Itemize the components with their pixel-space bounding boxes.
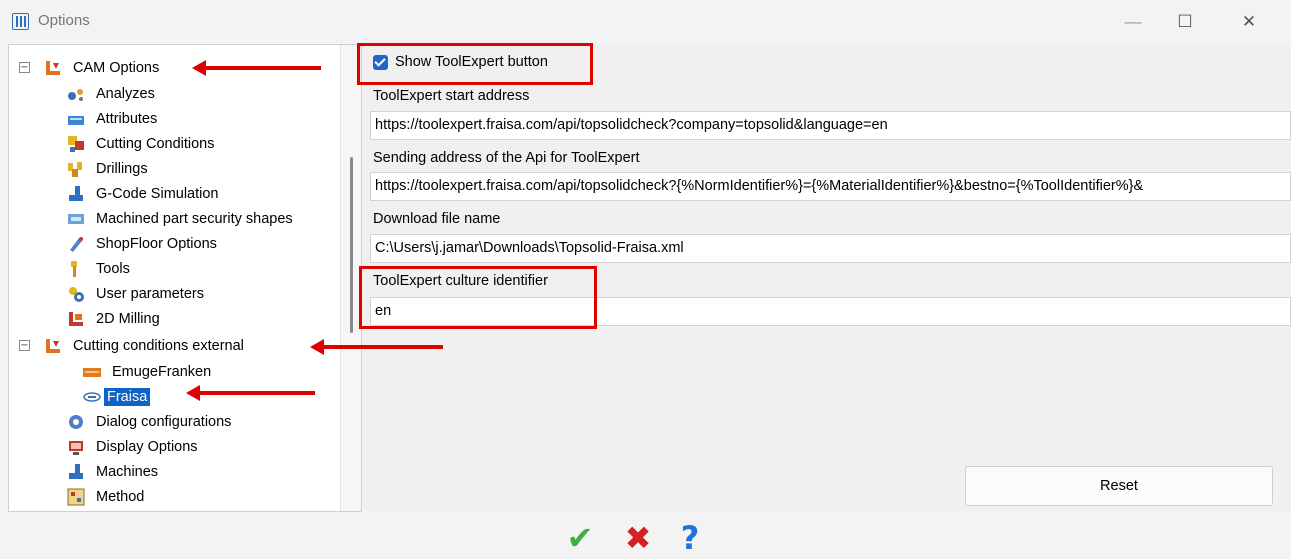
close-button[interactable]: ✕ — [1226, 8, 1272, 36]
annotation-arrow-fraisa — [186, 385, 315, 401]
tree-item-drillings[interactable]: Drillings — [67, 156, 151, 181]
window-title: Options — [38, 12, 90, 29]
help-question-icon[interactable]: ? — [676, 521, 704, 555]
reset-button[interactable]: Reset — [965, 466, 1273, 506]
shopfloor-icon — [67, 235, 85, 253]
ok-check-icon[interactable]: ✔ — [560, 521, 600, 555]
tree-item-label: Machines — [96, 463, 159, 480]
milling-2d-icon — [67, 310, 85, 328]
download-file-label: Download file name — [373, 211, 501, 227]
tree-item-dialog-configurations[interactable]: Dialog configurations — [67, 409, 234, 434]
tree-item-label: Display Options — [96, 438, 198, 455]
tree-item-2d-milling[interactable]: 2D Milling — [67, 306, 163, 331]
security-shapes-icon — [67, 210, 85, 228]
drillings-icon — [67, 160, 85, 178]
cancel-x-icon[interactable]: ✖ — [620, 521, 656, 555]
scroll-thumb[interactable] — [350, 157, 353, 333]
tree-item-emugefranken[interactable]: EmugeFranken — [83, 359, 214, 384]
annotation-arrow-cutting-external — [310, 339, 443, 355]
tree-item-label: Attributes — [96, 110, 158, 127]
tree-item-user-parameters[interactable]: User parameters — [67, 281, 207, 306]
collapse-icon[interactable]: − — [19, 62, 30, 73]
cam-options-icon — [44, 59, 62, 77]
tree-item-machines[interactable]: Machines — [67, 459, 161, 484]
tree-item-label: Cutting conditions external — [73, 337, 244, 354]
tree-item-label: CAM Options — [73, 59, 160, 76]
tree-item-label: Machined part security shapes — [96, 210, 293, 227]
api-address-input[interactable]: https://toolexpert.fraisa.com/api/topsol… — [370, 172, 1291, 201]
dialog-configurations-icon — [67, 413, 85, 431]
title-bar: Options — ☐ ✕ — [0, 0, 1291, 42]
tree-item-label: Cutting Conditions — [96, 135, 215, 152]
cutting-conditions-external-icon — [44, 337, 62, 355]
fraisa-logo-icon — [83, 388, 101, 406]
api-address-label: Sending address of the Api for ToolExper… — [373, 150, 640, 166]
user-parameters-icon — [67, 285, 85, 303]
collapse-icon[interactable]: − — [19, 340, 30, 351]
emugefranken-logo-icon — [83, 363, 101, 381]
maximize-button[interactable]: ☐ — [1162, 8, 1208, 36]
tree-item-cutting-conditions[interactable]: Cutting Conditions — [67, 131, 218, 156]
gcode-simulation-icon — [67, 185, 85, 203]
tree-item-gcode-simulation[interactable]: G-Code Simulation — [67, 181, 222, 206]
tree-item-cam-options[interactable]: − CAM Options — [19, 55, 162, 80]
highlight-box-checkbox — [357, 43, 593, 85]
tree-item-cutting-conditions-external[interactable]: − Cutting conditions external — [19, 333, 247, 358]
tree-item-display-options[interactable]: Display Options — [67, 434, 201, 459]
tree-item-machined-part-security-shapes[interactable]: Machined part security shapes — [67, 206, 296, 231]
tree-item-label: Analyzes — [96, 85, 155, 102]
annotation-arrow-cam-options — [192, 60, 321, 76]
tree-item-tools[interactable]: Tools — [67, 256, 133, 281]
start-address-label: ToolExpert start address — [373, 88, 530, 104]
tree-item-label: Dialog configurations — [96, 413, 232, 430]
analyzes-icon — [67, 85, 85, 103]
tree-item-attributes[interactable]: Attributes — [67, 106, 160, 131]
tree-item-analyzes[interactable]: Analyzes — [67, 81, 158, 106]
start-address-input[interactable]: https://toolexpert.fraisa.com/api/topsol… — [370, 111, 1291, 140]
tree-item-label: Fraisa — [104, 387, 151, 406]
tree-item-fraisa[interactable]: Fraisa — [83, 384, 151, 409]
tree-item-method[interactable]: Method — [67, 484, 147, 509]
tree-item-label: ShopFloor Options — [96, 235, 217, 252]
download-file-input[interactable]: C:\Users\j.jamar\Downloads\Topsolid-Frai… — [370, 234, 1291, 263]
method-icon — [67, 488, 85, 506]
machines-icon — [67, 463, 85, 481]
options-app-icon — [12, 13, 29, 30]
cutting-conditions-icon — [67, 135, 85, 153]
highlight-box-culture — [359, 266, 597, 329]
attributes-icon — [67, 110, 85, 128]
tree-item-label: Method — [96, 488, 145, 505]
options-tree[interactable]: − CAM Options Analyzes Attributes Cuttin… — [8, 44, 362, 512]
tools-icon — [67, 260, 85, 278]
tree-item-label: EmugeFranken — [112, 363, 212, 380]
display-options-icon — [67, 438, 85, 456]
tree-item-label: Tools — [96, 260, 130, 277]
tree-item-shopfloor-options[interactable]: ShopFloor Options — [67, 231, 220, 256]
tree-item-label: Drillings — [96, 160, 148, 177]
tree-item-label: 2D Milling — [96, 310, 160, 327]
minimize-button[interactable]: — — [1110, 8, 1156, 36]
tree-item-label: User parameters — [96, 285, 204, 302]
tree-item-label: G-Code Simulation — [96, 185, 219, 202]
